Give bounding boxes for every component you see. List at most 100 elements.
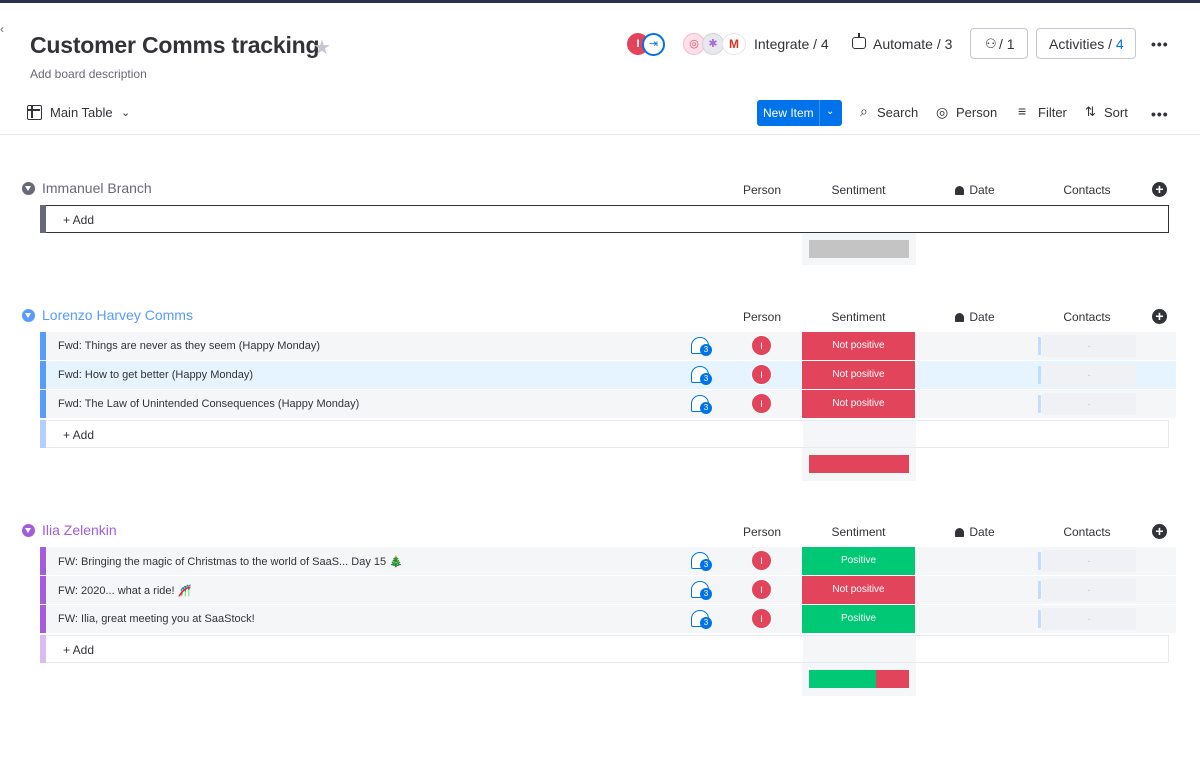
contacts-cell[interactable]: - (1042, 608, 1136, 630)
sentiment-status[interactable]: Not positive (802, 576, 915, 604)
filter-button[interactable]: Filter (1038, 105, 1067, 120)
group-color-bar (40, 605, 46, 633)
group-title[interactable]: Immanuel Branch (42, 180, 152, 196)
activities-button[interactable]: Activities / 4 (1036, 28, 1136, 59)
table-row[interactable]: FW: Ilia, great meeting you at SaaStock!… (40, 605, 1176, 633)
guest-invite-icon[interactable]: ⇥ (642, 33, 665, 56)
sentiment-status[interactable]: Not positive (802, 390, 915, 418)
updates-icon[interactable]: 3 (691, 366, 712, 385)
new-item-button[interactable]: New Item ⌄ (757, 100, 842, 126)
person-icon: ◎ (936, 104, 949, 120)
sentiment-empty-cell (803, 636, 916, 662)
table-row[interactable]: Fwd: How to get better (Happy Monday) 3 … (40, 361, 1176, 389)
members-icon: ⚇ (985, 36, 997, 51)
bell-icon (955, 528, 965, 537)
updates-count: 3 (700, 559, 712, 571)
updates-count: 3 (700, 588, 712, 600)
group-color-bar (40, 390, 46, 418)
add-item-label: + Add (63, 213, 95, 227)
sentiment-status[interactable]: Positive (802, 547, 915, 575)
contacts-cell[interactable]: - (1042, 364, 1136, 386)
sentiment-status[interactable]: Positive (802, 605, 915, 633)
contacts-cell[interactable]: - (1042, 550, 1136, 572)
column-header-sentiment[interactable]: Sentiment (802, 525, 915, 539)
add-item-label: + Add (63, 643, 95, 657)
top-border (0, 0, 1200, 3)
group-color-bar (40, 420, 46, 448)
updates-icon[interactable]: 3 (691, 610, 712, 629)
updates-icon[interactable]: 3 (691, 337, 712, 356)
column-header-contacts[interactable]: Contacts (1045, 310, 1129, 324)
view-selector[interactable]: Main Table (50, 105, 113, 120)
updates-icon[interactable]: 3 (691, 552, 712, 571)
automate-button[interactable]: Automate / 3 (873, 36, 952, 52)
table-row[interactable]: Fwd: The Law of Unintended Consequences … (40, 390, 1176, 418)
add-item-row[interactable]: + Add (40, 635, 1169, 663)
updates-icon[interactable]: 3 (691, 581, 712, 600)
item-name[interactable]: FW: Bringing the magic of Christmas to t… (58, 555, 403, 568)
person-avatar[interactable]: I (751, 550, 772, 571)
add-column-icon[interactable]: + (1152, 309, 1167, 324)
group-collapse-icon[interactable] (22, 182, 35, 195)
group-title[interactable]: Ilia Zelenkin (42, 522, 117, 538)
table-icon (27, 105, 42, 120)
group-color-bar (40, 576, 46, 604)
item-name[interactable]: Fwd: The Law of Unintended Consequences … (58, 398, 359, 410)
column-header-date[interactable]: Date (940, 310, 1010, 324)
column-header-contacts[interactable]: Contacts (1045, 525, 1129, 539)
column-header-sentiment[interactable]: Sentiment (802, 183, 915, 197)
board-title[interactable]: Customer Comms tracking (30, 32, 320, 59)
updates-count: 3 (700, 373, 712, 385)
summary-segment-not-positive (809, 455, 909, 473)
person-avatar[interactable]: I (751, 364, 772, 385)
column-header-person[interactable]: Person (732, 525, 792, 539)
person-avatar[interactable]: I (751, 335, 772, 356)
column-header-sentiment[interactable]: Sentiment (802, 310, 915, 324)
item-name[interactable]: FW: Ilia, great meeting you at SaaStock! (58, 613, 255, 625)
add-item-row[interactable]: + Add (40, 205, 1169, 233)
view-chevron-down-icon[interactable]: ⌄ (121, 106, 130, 119)
column-header-date[interactable]: Date (940, 525, 1010, 539)
add-column-icon[interactable]: + (1152, 524, 1167, 539)
board-menu-icon[interactable]: ••• (1151, 36, 1169, 52)
person-avatar[interactable]: I (751, 608, 772, 629)
new-item-chevron-icon[interactable]: ⌄ (826, 106, 834, 117)
person-filter-button[interactable]: Person (956, 105, 997, 120)
toolbar-menu-icon[interactable]: ••• (1151, 106, 1169, 122)
add-column-icon[interactable]: + (1152, 182, 1167, 197)
search-button[interactable]: Search (877, 105, 918, 120)
group-title[interactable]: Lorenzo Harvey Comms (42, 307, 193, 323)
column-header-date[interactable]: Date (940, 183, 1010, 197)
person-avatar[interactable]: I (751, 579, 772, 600)
column-header-person[interactable]: Person (732, 310, 792, 324)
table-row[interactable]: FW: Bringing the magic of Christmas to t… (40, 547, 1176, 575)
contacts-cell[interactable]: - (1042, 579, 1136, 601)
updates-count: 3 (700, 617, 712, 629)
item-name[interactable]: FW: 2020... what a ride! 🎢 (58, 584, 191, 597)
sentiment-status[interactable]: Not positive (802, 361, 915, 389)
board-description[interactable]: Add board description (30, 67, 147, 81)
column-header-person[interactable]: Person (732, 183, 792, 197)
integrate-button[interactable]: Integrate / 4 (754, 36, 829, 52)
contacts-cell[interactable]: - (1042, 393, 1136, 415)
item-name[interactable]: Fwd: Things are never as they seem (Happ… (58, 340, 320, 352)
item-name[interactable]: Fwd: How to get better (Happy Monday) (58, 369, 253, 381)
column-header-contacts[interactable]: Contacts (1045, 183, 1129, 197)
table-row[interactable]: Fwd: Things are never as they seem (Happ… (40, 332, 1176, 360)
sentiment-status[interactable]: Not positive (802, 332, 915, 360)
updates-icon[interactable]: 3 (691, 395, 712, 414)
members-button[interactable]: ⚇ / 1 (970, 28, 1028, 59)
collapse-chevron-icon[interactable]: ‹ (0, 22, 6, 36)
group-collapse-icon[interactable] (22, 309, 35, 322)
favorite-star-icon[interactable]: ★ (313, 35, 331, 60)
group-collapse-icon[interactable] (22, 524, 35, 537)
bell-icon (955, 186, 965, 195)
add-item-row[interactable]: + Add (40, 420, 1169, 448)
new-item-label: New Item (763, 106, 814, 120)
new-item-divider (819, 100, 820, 126)
person-avatar[interactable]: I (751, 393, 772, 414)
sort-button[interactable]: Sort (1104, 105, 1128, 120)
table-row[interactable]: FW: 2020... what a ride! 🎢 3 I Not posit… (40, 576, 1176, 604)
summary-segment-not-positive (876, 670, 909, 688)
contacts-cell[interactable]: - (1042, 335, 1136, 357)
